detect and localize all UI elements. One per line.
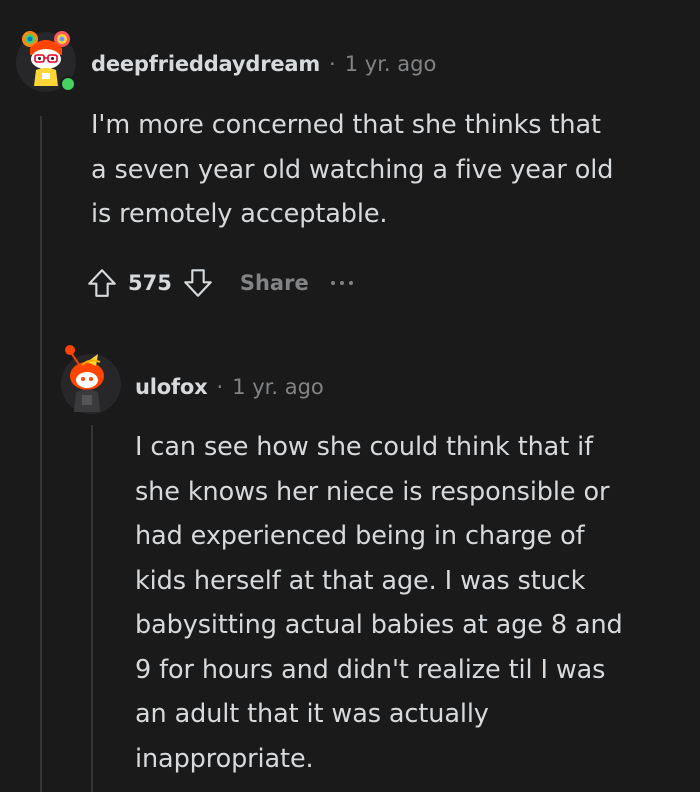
avatar[interactable] xyxy=(16,28,76,92)
thread-line-2[interactable] xyxy=(91,425,93,792)
snoo-avatar-icon xyxy=(16,31,76,92)
ellipsis-icon[interactable] xyxy=(330,268,353,298)
upvote-arrow-icon xyxy=(88,269,116,297)
meta-separator: · xyxy=(329,52,336,76)
timestamp[interactable]: 1 yr. ago xyxy=(345,52,437,76)
thread-line-1[interactable] xyxy=(40,116,42,792)
upvote-button[interactable] xyxy=(82,263,122,303)
reply-username[interactable]: ulofox xyxy=(135,375,208,399)
snoo-avatar-icon xyxy=(61,345,121,414)
comment-actions: 575 Share xyxy=(82,260,353,306)
downvote-button[interactable] xyxy=(178,263,218,303)
vote-score: 575 xyxy=(128,271,172,295)
reply-body: I can see how she could think that if sh… xyxy=(135,432,623,774)
reply-timestamp[interactable]: 1 yr. ago xyxy=(232,375,324,399)
username[interactable]: deepfrieddaydream xyxy=(91,52,320,76)
reply-meta: ulofox · 1 yr. ago xyxy=(135,375,324,399)
reply-avatar[interactable] xyxy=(60,340,122,416)
comment-meta: deepfrieddaydream · 1 yr. ago xyxy=(91,52,436,76)
share-button[interactable]: Share xyxy=(240,271,309,295)
comment-body: I'm more concerned that she thinks that … xyxy=(91,110,614,229)
downvote-arrow-icon xyxy=(184,269,212,297)
meta-separator: · xyxy=(216,375,224,399)
